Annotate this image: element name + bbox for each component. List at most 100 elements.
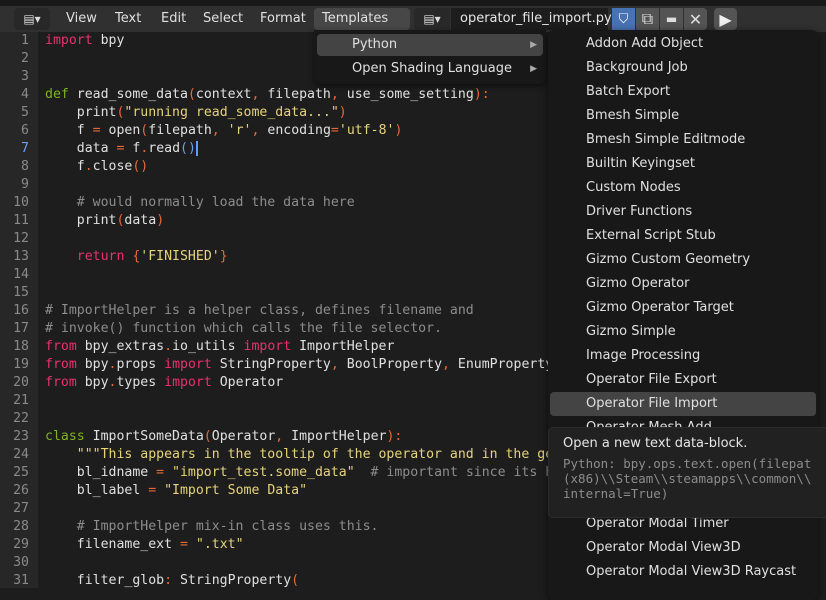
template-item[interactable]: Addon Add Object: [550, 32, 816, 56]
text-editor-icon: ▤▾: [423, 12, 441, 26]
template-item[interactable]: Gizmo Operator Target: [550, 296, 816, 320]
code-text: from bpy.props import StringProperty, Bo…: [45, 356, 553, 374]
code-token: bpy: [76, 357, 109, 372]
code-token: bl_label: [45, 483, 149, 498]
code-token: ,: [211, 123, 220, 138]
template-item[interactable]: Background Job: [550, 56, 816, 80]
code-token: props: [116, 357, 165, 372]
code-token: ".txt": [187, 537, 244, 552]
new-text-button[interactable]: ⧉: [636, 8, 659, 30]
template-item[interactable]: External Script Stub: [550, 224, 816, 248]
filename-field[interactable]: operator_file_import.py: [451, 8, 612, 30]
line-number: 27: [13, 501, 29, 516]
template-item[interactable]: Custom Nodes: [550, 176, 816, 200]
code-token: # important since its how: [354, 465, 570, 480]
code-token: context: [195, 87, 252, 102]
run-script-button[interactable]: ▶: [714, 8, 737, 30]
line-number: 20: [13, 375, 29, 390]
template-item[interactable]: Gizmo Custom Geometry: [550, 248, 816, 272]
code-token: f: [45, 159, 85, 174]
code-token: import: [164, 357, 212, 372]
code-token: filename_ext: [45, 537, 180, 552]
template-item[interactable]: Operator Modal View3D Raycast: [550, 560, 816, 584]
code-text: f = open(filepath, 'r', encoding='utf-8'…: [45, 122, 403, 140]
line-number: 5: [21, 105, 29, 120]
code-text: filename_ext = ".txt": [45, 536, 244, 554]
code-token: Operator: [211, 429, 276, 444]
code-token: encoding: [259, 123, 331, 138]
open-text-button[interactable]: ▬: [660, 8, 683, 30]
menu-edit[interactable]: Edit: [153, 8, 194, 30]
template-item[interactable]: Gizmo Operator: [550, 272, 816, 296]
code-token: filepath: [259, 87, 331, 102]
code-token: from: [45, 339, 77, 354]
code-token: ,: [330, 87, 339, 102]
code-token: =: [156, 465, 165, 480]
menu-view[interactable]: View: [58, 8, 105, 30]
code-token: ImportHelper: [291, 339, 395, 354]
code-token: ImportHelper: [283, 429, 387, 444]
code-token: import: [164, 375, 212, 390]
unlink-text-button[interactable]: ✕: [684, 8, 707, 30]
code-token: use_some_setting: [338, 87, 474, 102]
menu-item-open-shading-language[interactable]: Open Shading Language ▶: [317, 58, 543, 80]
menu-format[interactable]: Format: [252, 8, 314, 30]
code-token: print: [45, 213, 117, 228]
template-item[interactable]: Builtin Keyingset: [550, 152, 816, 176]
line-number: 18: [13, 339, 29, 354]
code-token: # ImportHelper is a helper class, define…: [45, 303, 474, 318]
menu-select[interactable]: Select: [195, 8, 251, 30]
template-item[interactable]: Gizmo Simple: [550, 320, 816, 344]
template-item[interactable]: Image Processing: [550, 344, 816, 368]
fake-user-button[interactable]: ⛉: [612, 8, 635, 30]
template-item[interactable]: Bmesh Simple: [550, 104, 816, 128]
menu-templates[interactable]: Templates: [314, 8, 410, 30]
code-token: ImportSomeData: [84, 429, 204, 444]
line-number: 10: [13, 195, 29, 210]
code-token: Operator: [211, 375, 284, 390]
code-token: 'FINISHED': [140, 249, 220, 264]
code-token: filter_glob: [45, 573, 165, 588]
code-token: 'utf-8': [338, 123, 395, 138]
tooltip-title: Open a new text data-block.: [563, 436, 748, 451]
code-token: read_some_data: [68, 87, 188, 102]
template-item[interactable]: Operator File Export: [550, 368, 816, 392]
code-text: # invoke() function which calls the file…: [45, 320, 442, 338]
code-text: # ImportHelper mix-in class uses this.: [45, 518, 379, 536]
code-token: bpy: [92, 33, 125, 48]
editor-type-button[interactable]: ▤▾: [14, 8, 50, 30]
line-number: 25: [13, 465, 29, 480]
code-token: class: [45, 429, 85, 444]
code-text: # would normally load the data here: [45, 194, 355, 212]
template-item[interactable]: Driver Functions: [550, 200, 816, 224]
menu-text[interactable]: Text: [107, 8, 149, 30]
code-token: =: [148, 483, 157, 498]
folder-open-icon: ▬: [665, 12, 678, 26]
code-text: data = f.read(): [45, 140, 198, 158]
code-token: data: [45, 141, 117, 156]
code-token: ):: [473, 87, 490, 102]
line-number: 15: [13, 285, 29, 300]
menu-item-python[interactable]: Python ▶: [317, 34, 543, 56]
code-text: bl_idname = "import_test.some_data" # im…: [45, 464, 569, 482]
template-item[interactable]: Bmesh Simple Editmode: [550, 128, 816, 152]
code-token: bl_idname: [45, 465, 157, 480]
code-token: (): [180, 141, 196, 156]
code-token: # invoke() function which calls the file…: [45, 321, 442, 336]
text-browse-button[interactable]: ▤▾: [414, 8, 450, 30]
code-text: def read_some_data(context, filepath, us…: [45, 86, 490, 104]
line-number: 19: [13, 357, 29, 372]
template-item[interactable]: Operator File Import: [550, 392, 816, 416]
line-number: 21: [13, 393, 29, 408]
line-number: 14: [13, 267, 29, 282]
code-text: print(data): [45, 212, 164, 230]
code-token: "Import Some Data": [156, 483, 308, 498]
line-number: 8: [21, 159, 29, 174]
template-item[interactable]: Batch Export: [550, 80, 816, 104]
shield-check-icon: ⛉: [618, 11, 629, 27]
template-item[interactable]: Operator Modal View3D: [550, 536, 816, 560]
submenu-arrow-icon: ▶: [530, 40, 537, 50]
line-number: 17: [13, 321, 29, 336]
code-token: .: [164, 339, 173, 354]
line-number: 13: [13, 249, 29, 264]
